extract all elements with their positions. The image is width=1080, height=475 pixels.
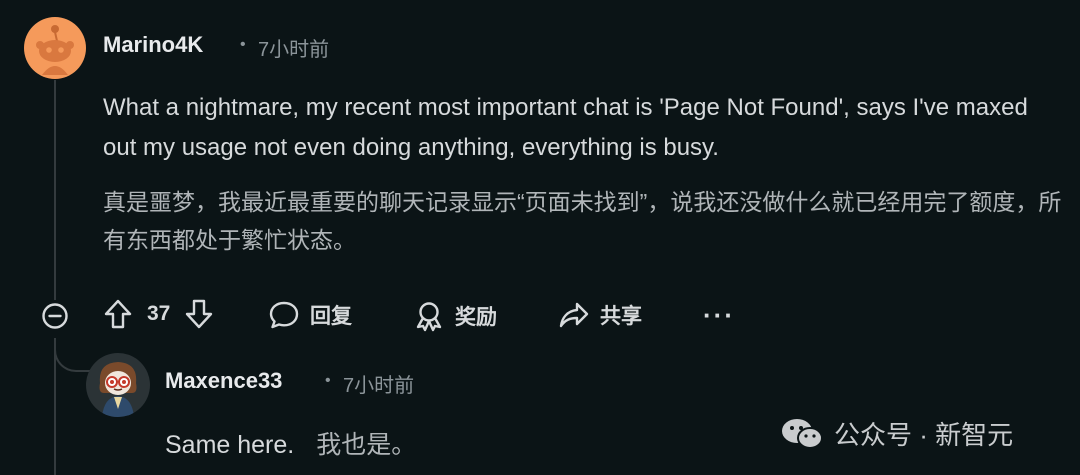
share-label: 共享 bbox=[600, 305, 642, 328]
separator-dot: • bbox=[240, 36, 246, 53]
vote-count: 37 bbox=[147, 302, 171, 325]
share-button[interactable]: 共享 bbox=[558, 300, 642, 330]
collapse-icon bbox=[42, 303, 68, 329]
avatar[interactable] bbox=[24, 17, 86, 79]
reply-connector bbox=[54, 338, 96, 372]
reply-username[interactable]: Maxence33 bbox=[165, 368, 282, 394]
downvote-button[interactable] bbox=[184, 298, 214, 330]
award-button[interactable]: 奖励 bbox=[413, 300, 497, 332]
comment-body: What a nightmare, my recent most importa… bbox=[103, 94, 1028, 161]
thread-line-lower bbox=[54, 338, 56, 475]
thread-line bbox=[54, 80, 56, 300]
reply-body-cn: 我也是。 bbox=[316, 431, 417, 459]
wechat-icon bbox=[782, 418, 823, 449]
comment-timestamp: 7小时前 bbox=[258, 39, 330, 61]
award-icon bbox=[416, 302, 442, 332]
watermark-text: 公众号 · 新智元 bbox=[834, 420, 1014, 450]
upvote-icon bbox=[104, 299, 132, 329]
award-label: 奖励 bbox=[455, 306, 497, 329]
character-avatar-icon bbox=[99, 362, 137, 417]
vote-group: 37 bbox=[103, 298, 214, 330]
upvote-button[interactable] bbox=[103, 298, 133, 330]
collapse-button[interactable] bbox=[41, 302, 69, 330]
reply-timestamp: 7小时前 bbox=[343, 375, 415, 397]
reply-label: 回复 bbox=[310, 305, 352, 328]
reply-body-en: Same here. bbox=[165, 431, 295, 459]
reply-body: Same here. 我也是。 bbox=[165, 425, 438, 461]
comment-username[interactable]: Marino4K bbox=[103, 32, 203, 58]
comment-icon bbox=[269, 301, 299, 329]
watermark: 公众号 · 新智元 bbox=[780, 415, 1013, 452]
snoo-avatar-icon bbox=[36, 25, 74, 75]
reply-separator-dot: • bbox=[325, 372, 331, 389]
share-icon bbox=[559, 302, 589, 328]
downvote-icon bbox=[186, 299, 213, 329]
more-options-button[interactable]: ··· bbox=[703, 300, 735, 331]
reply-avatar[interactable] bbox=[86, 353, 150, 417]
comment-translation: 真是噩梦，我最近最重要的聊天记录显示“页面未找到”，说我还没做什么就已经用完了额… bbox=[103, 189, 1062, 253]
reply-button[interactable]: 回复 bbox=[268, 300, 352, 330]
